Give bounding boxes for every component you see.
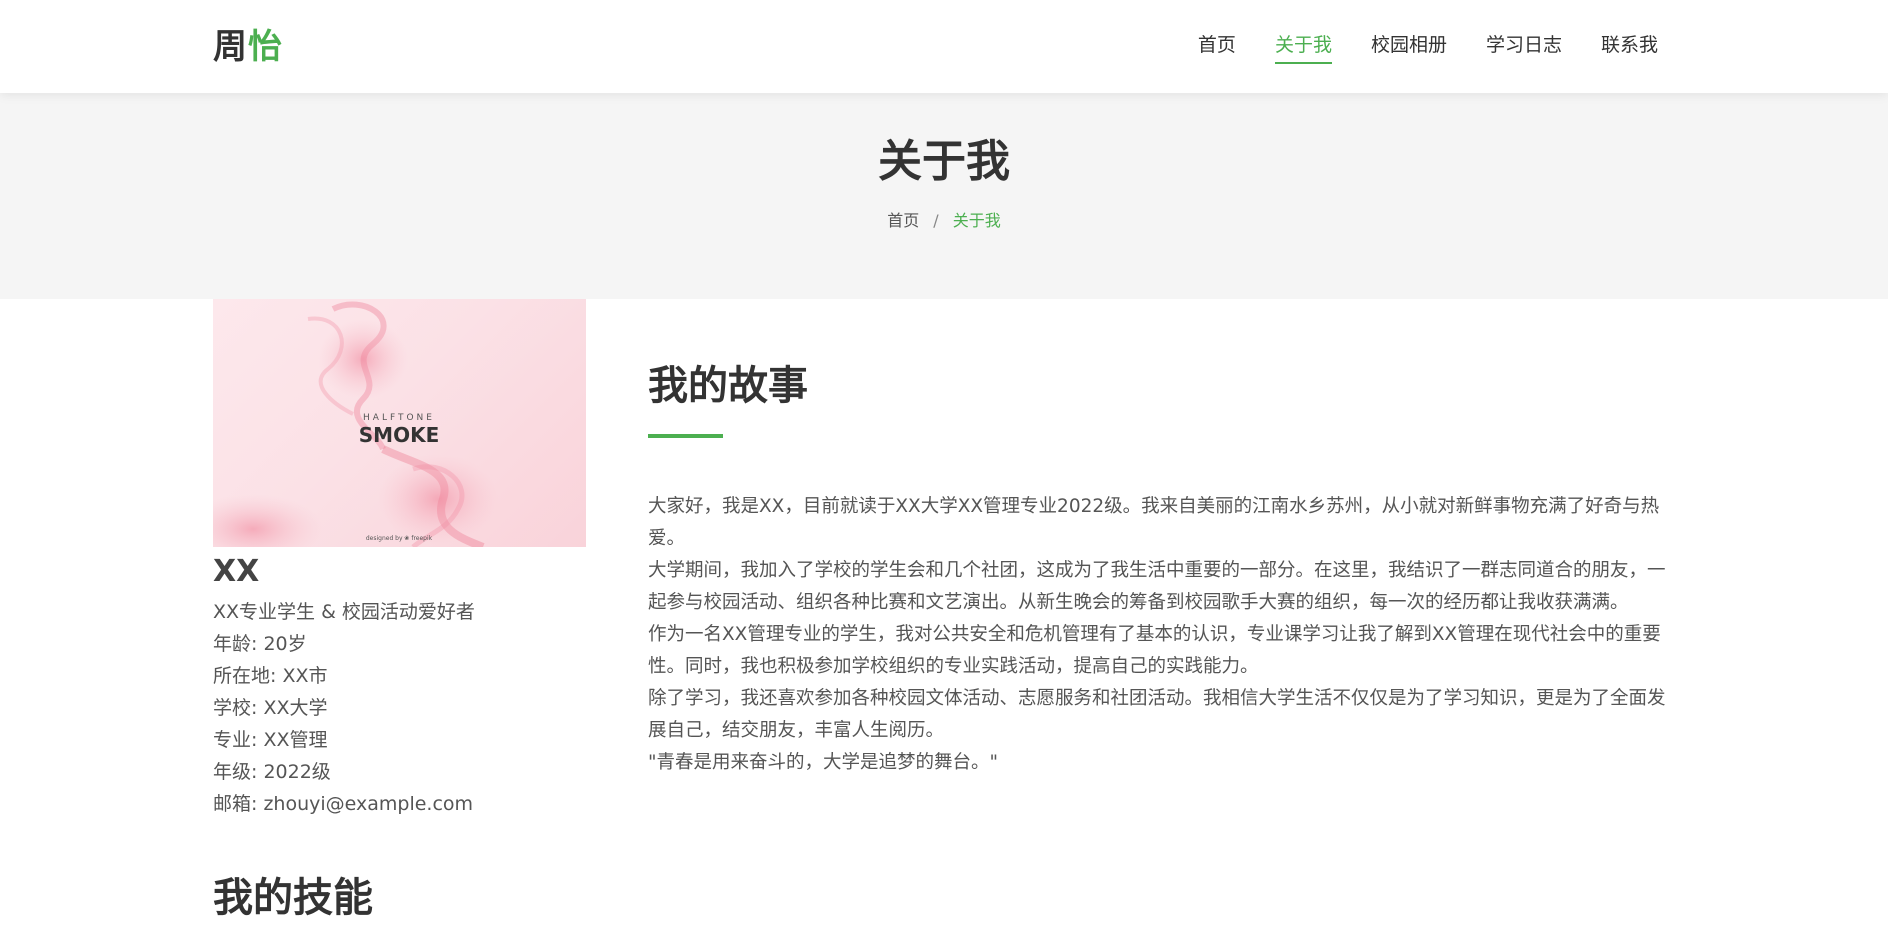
story-paragraph: 大家好，我是XX，目前就读于XX大学XX管理专业2022级。我来自美丽的江南水乡… [648,496,1660,549]
nav-item-journal[interactable]: 学习日志 [1486,30,1562,64]
nav-item-about[interactable]: 关于我 [1274,30,1332,64]
logo-text-part2: 怡 [248,27,283,67]
profile-tagline: XX专业学生 & 校园活动爱好者 [213,601,475,623]
profile-school: 学校: XX大学 [213,697,328,719]
story-paragraph: 除了学习，我还喜欢参加各种校园文体活动、志愿服务和社团活动。我相信大学生活不仅仅… [648,688,1666,741]
story-paragraph: 大学期间，我加入了学校的学生会和几个社团，这成为了我生活中重要的一部分。在这里，… [648,560,1666,613]
main-nav: 首页 关于我 校园相册 学习日志 联系我 [1159,30,1658,64]
logo-text-part1: 周 [213,27,248,67]
image-main-text: SMOKE [359,423,439,447]
page-banner: 关于我 首页 / 关于我 [0,93,1888,299]
page-title: 关于我 [878,136,1010,187]
image-credit: designed by ❀ freepik [366,535,433,542]
breadcrumb-home[interactable]: 首页 [887,211,919,230]
image-top-text: HALFTONE [363,413,435,423]
story-title-underline [648,434,723,438]
site-logo[interactable]: 周怡 [213,25,283,69]
profile-location: 所在地: XX市 [213,665,328,687]
story-title: 我的故事 [648,363,808,409]
nav-item-home[interactable]: 首页 [1198,30,1236,64]
profile-image: HALFTONE SMOKE designed by ❀ freepik [213,299,586,547]
nav-item-album[interactable]: 校园相册 [1371,30,1447,64]
navbar: 周怡 首页 关于我 校园相册 学习日志 联系我 [0,0,1888,93]
profile-grade: 年级: 2022级 [213,761,331,783]
story-paragraph: 作为一名XX管理专业的学生，我对公共安全和危机管理有了基本的认识，专业课学习让我… [648,624,1661,677]
story-body: 大家好，我是XX，目前就读于XX大学XX管理专业2022级。我来自美丽的江南水乡… [648,491,1678,779]
story-quote: "青春是用来奋斗的，大学是追梦的舞台。" [648,752,999,773]
breadcrumb-current: 关于我 [952,211,1001,230]
skills-title: 我的技能 [213,875,373,921]
smoke-illustration: HALFTONE SMOKE designed by ❀ freepik [213,301,498,547]
profile-name: XX [213,554,260,589]
profile-info: XX专业学生 & 校园活动爱好者 年龄: 20岁 所在地: XX市 学校: XX… [213,596,593,820]
profile-major: 专业: XX管理 [213,729,328,751]
breadcrumb-separator: / [933,211,939,230]
profile-age: 年龄: 20岁 [213,633,307,655]
nav-item-contact[interactable]: 联系我 [1601,30,1658,64]
breadcrumb: 首页 / 关于我 [0,209,1888,233]
profile-email: 邮箱: zhouyi@example.com [213,793,474,815]
